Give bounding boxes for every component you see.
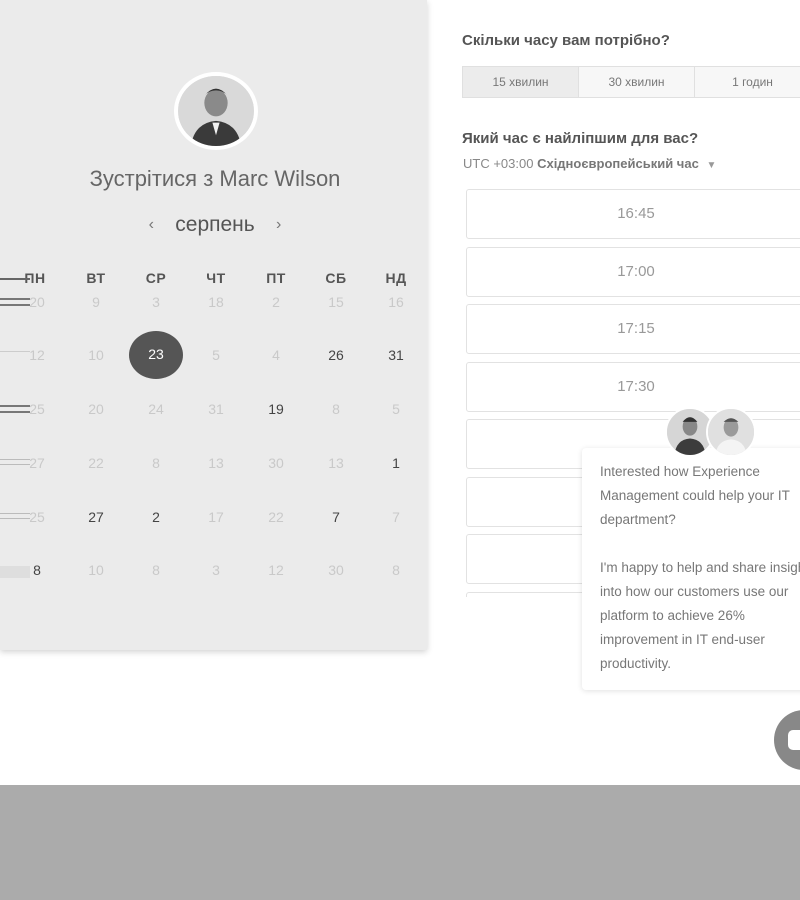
calendar-day[interactable]: 19 [251, 392, 301, 426]
chevron-right-icon[interactable]: › [269, 216, 289, 234]
calendar-day: 17 [208, 509, 224, 525]
calendar-day: 24 [148, 401, 164, 417]
weekday-header: СБ [325, 270, 347, 286]
calendar-day: 20 [29, 294, 45, 310]
weekday-header: ПТ [266, 270, 286, 286]
calendar-day: 25 [29, 509, 45, 525]
person-icon [178, 76, 254, 146]
weekday-header: ВТ [86, 270, 106, 286]
caret-down-icon: ▼ [706, 160, 717, 171]
calendar-day: 22 [268, 509, 284, 525]
current-month: серпень [175, 213, 255, 236]
calendar-panel: Зустрітися з Marc Wilson ‹ серпень › ПН В… [0, 0, 427, 650]
calendar-day[interactable]: 8 [12, 553, 62, 587]
time-slot[interactable]: 16:45 [466, 189, 800, 239]
calendar-day: 30 [328, 562, 344, 578]
calendar-day[interactable]: 2 [131, 500, 181, 534]
weekday-header: ЧТ [206, 270, 226, 286]
calendar-day: 8 [152, 562, 160, 578]
calendar-day: 8 [152, 455, 160, 471]
agent-avatar-icon [706, 407, 756, 457]
timezone-offset: UTC +03:00 [463, 156, 534, 171]
calendar-day[interactable]: 27 [71, 500, 121, 534]
calendar-day: 30 [268, 455, 284, 471]
calendar-day[interactable]: 1 [371, 446, 421, 480]
calendar-day: 12 [268, 562, 284, 578]
duration-tab-30[interactable]: 30 хвилин [579, 67, 695, 97]
calendar-day: 13 [208, 455, 224, 471]
month-navigation: ‹ серпень › [0, 210, 430, 240]
calendar-day[interactable]: 7 [311, 500, 361, 534]
page-footer-band [0, 785, 800, 900]
chat-message-text: Interested how Experience Management cou… [600, 464, 800, 671]
calendar-day[interactable]: 31 [371, 338, 421, 372]
calendar-day[interactable]: 26 [311, 338, 361, 372]
calendar-day: 22 [88, 455, 104, 471]
calendar-day: 8 [332, 401, 340, 417]
calendar-day: 13 [328, 455, 344, 471]
duration-tab-60[interactable]: 1 годин [695, 67, 800, 97]
calendar-day: 16 [388, 294, 404, 310]
calendar-day: 10 [88, 562, 104, 578]
calendar-day: 18 [208, 294, 224, 310]
calendar-day: 8 [392, 562, 400, 578]
calendar-day: 3 [212, 562, 220, 578]
time-slot[interactable]: 17:30 [466, 362, 800, 412]
time-slot[interactable]: 17:00 [466, 247, 800, 297]
calendar-day: 25 [29, 401, 45, 417]
timezone-name: Східноєвропейський час [537, 156, 699, 171]
timezone-selector[interactable]: UTC +03:00 Східноєвропейський час ▼ [463, 156, 716, 171]
calendar-day: 9 [92, 294, 100, 310]
duration-tab-15[interactable]: 15 хвилин [463, 67, 579, 97]
calendar-day: 4 [272, 347, 280, 363]
time-slot[interactable]: 17:15 [466, 304, 800, 354]
calendar-day: 2 [272, 294, 280, 310]
duration-question: Скільки часу вам потрібно? [462, 32, 670, 49]
chat-launcher-icon[interactable] [774, 710, 800, 770]
calendar-day: 20 [88, 401, 104, 417]
calendar-day: 27 [29, 455, 45, 471]
calendar-day: 3 [152, 294, 160, 310]
calendar-day: 5 [392, 401, 400, 417]
chevron-left-icon[interactable]: ‹ [141, 216, 161, 234]
meeting-title: Зустрітися з Marc Wilson [89, 166, 341, 191]
time-question: Який час є найліпшим для вас? [462, 130, 699, 147]
chat-message-card[interactable]: Interested how Experience Management cou… [582, 448, 800, 690]
duration-tabs: 15 хвилин 30 хвилин 1 годин [462, 66, 800, 98]
calendar-day: 15 [328, 294, 344, 310]
weekday-header: НД [385, 270, 407, 286]
calendar-day-selected[interactable]: 23 [129, 331, 183, 379]
calendar-day: 5 [212, 347, 220, 363]
weekday-header: СР [145, 270, 167, 286]
calendar-day: 12 [29, 347, 45, 363]
divider [0, 278, 30, 280]
calendar-day: 10 [88, 347, 104, 363]
host-avatar [174, 72, 258, 150]
calendar-day: 7 [392, 509, 400, 525]
calendar-day: 31 [208, 401, 224, 417]
